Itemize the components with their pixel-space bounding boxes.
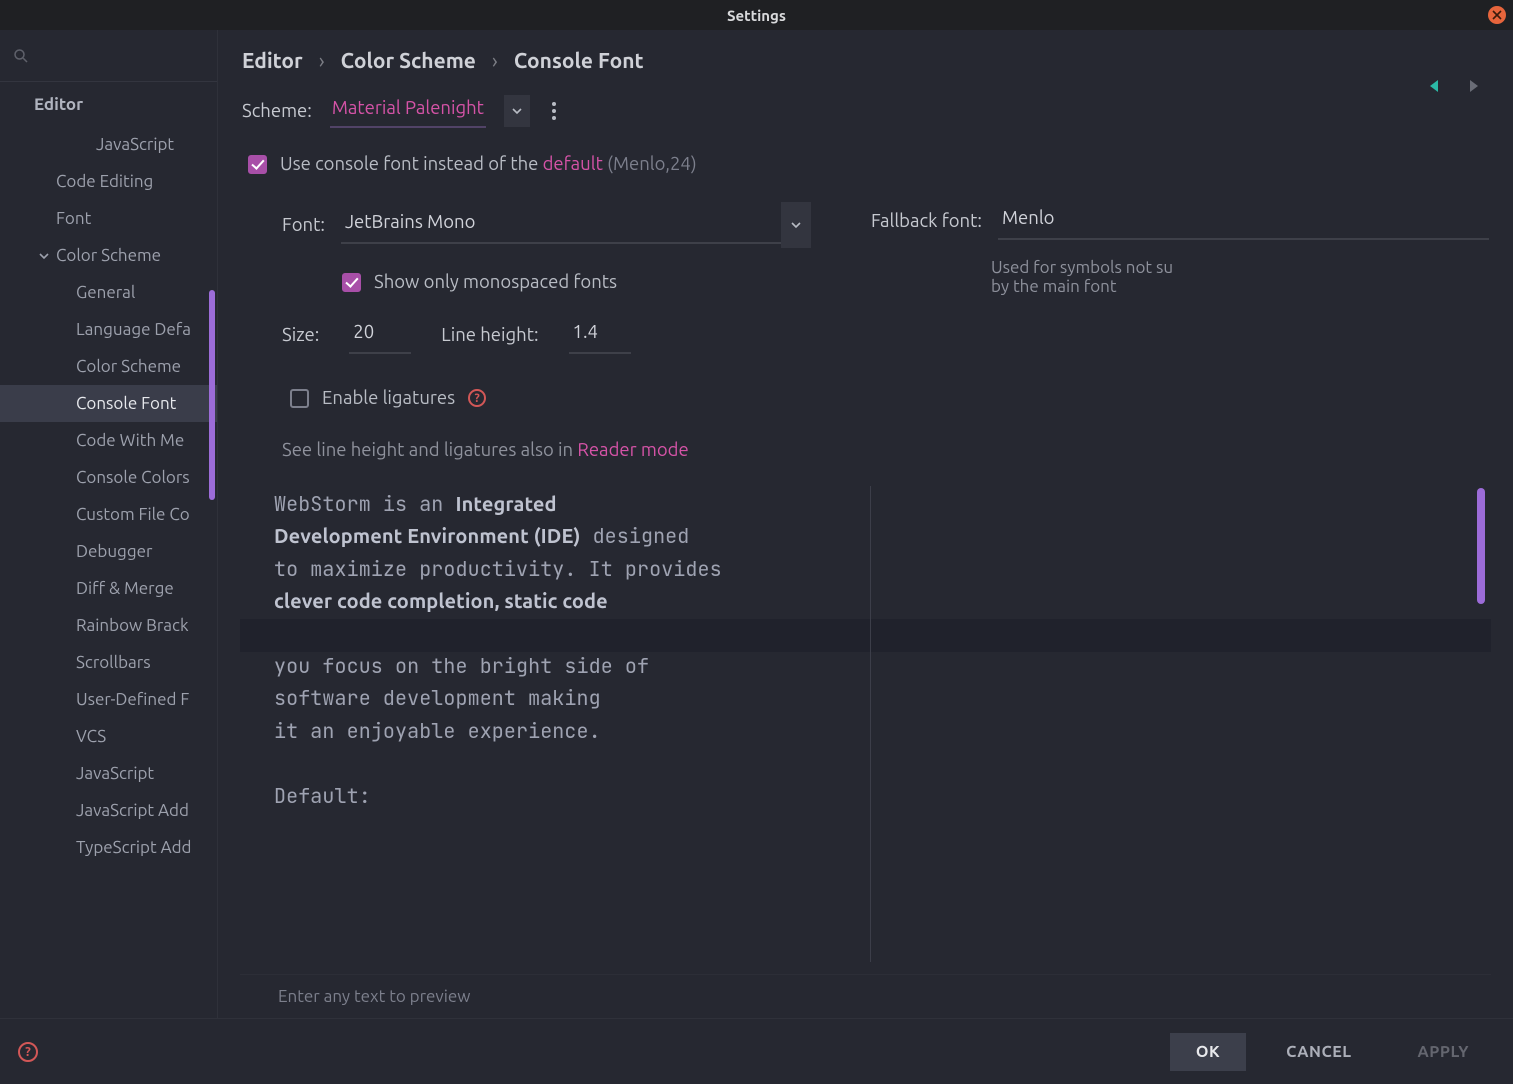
nav-back-button[interactable] [1425,76,1445,100]
tree-header-editor[interactable]: Editor [0,82,217,126]
settings-sidebar: Editor JavaScript Code Editing Font Color S… [0,30,218,1018]
tree-item-label: Color Scheme [56,246,161,265]
font-dropdown-button[interactable] [781,202,811,248]
tree-item-label: General [76,283,135,302]
settings-tree: Editor JavaScript Code Editing Font Color S… [0,82,217,1018]
titlebar: Settings [0,0,1513,30]
ligatures-help-icon[interactable]: ? [468,389,486,407]
tree-item-label: Code With Me [76,431,184,450]
cancel-button[interactable]: CANCEL [1260,1033,1377,1071]
line-height-label: Line height: [441,325,538,345]
tree-item[interactable]: Debugger [0,533,217,570]
preview-current-line [240,619,1491,652]
tree-item[interactable]: Console Colors [0,459,217,496]
tree-item[interactable]: Rainbow Brack [0,607,217,644]
preview-input[interactable] [240,974,1491,1018]
chevron-right-icon: › [492,48,498,72]
settings-main: Editor › Color Scheme › Console Font Sch… [218,30,1513,1018]
tree-item[interactable]: TypeScript Add [0,829,217,866]
size-label: Size: [282,325,319,345]
chevron-down-icon [36,250,52,262]
help-button[interactable]: ? [18,1042,38,1062]
fallback-note: Used for symbols not su by the main font [991,258,1489,296]
default-font-link[interactable]: default [543,154,603,174]
tree-item-label: Language Defa [76,320,191,339]
tree-item-label: JavaScript Add [76,801,189,820]
tree-item[interactable]: Console Font [0,385,217,422]
sidebar-search[interactable] [0,30,217,82]
font-dropdown[interactable] [341,206,781,244]
tree-item[interactable]: JavaScript [0,755,217,792]
crumb-console-font: Console Font [514,48,644,72]
tree-item-label: Diff & Merge [76,579,174,598]
scheme-actions-button[interactable] [548,95,560,127]
monospaced-only-checkbox[interactable] [342,273,361,292]
tree-item[interactable]: JavaScript Add [0,792,217,829]
size-input[interactable] [349,316,411,354]
chevron-right-icon: › [319,48,325,72]
reader-mode-hint: See line height and ligatures also in [282,440,577,460]
tree-item[interactable]: Scrollbars [0,644,217,681]
crumb-editor[interactable]: Editor [242,48,303,72]
scheme-dropdown[interactable]: Material Palenight [330,94,486,128]
tree-item-label: Code Editing [56,172,153,191]
tree-item[interactable]: Code Editing [0,163,217,200]
tree-item-label: Console Colors [76,468,190,487]
nav-forward-button[interactable] [1463,76,1483,100]
tree-item[interactable]: Color Scheme [0,237,217,274]
tree-item[interactable]: VCS [0,718,217,755]
tree-item-label: VCS [76,727,106,746]
tree-item-label: TypeScript Add [76,838,192,857]
tree-item-label: Color Scheme [76,357,181,376]
preview-wrap-guide [870,486,871,962]
tree-item[interactable]: Color Scheme [0,348,217,385]
crumb-color-scheme[interactable]: Color Scheme [341,48,476,72]
tree-item-label: Custom File Co [76,505,190,524]
tree-item-label: Rainbow Brack [76,616,189,635]
chevron-down-icon [511,105,523,117]
tree-item[interactable]: Diff & Merge [0,570,217,607]
tree-item-label: Font [56,209,91,228]
font-label: Font: [282,215,325,235]
chevron-down-icon [790,219,802,231]
font-preview: WebStorm is an Integrated Development En… [240,474,1491,974]
tree-item-label: Console Font [76,394,176,413]
monospaced-only-label: Show only monospaced fonts [374,272,617,292]
tree-item[interactable]: User-Defined F [0,681,217,718]
ligatures-label: Enable ligatures [322,388,455,408]
tree-item[interactable]: Code With Me [0,422,217,459]
tree-item[interactable]: Custom File Co [0,496,217,533]
window-close-button[interactable] [1488,6,1506,24]
dialog-buttons: ? OK CANCEL APPLY [0,1018,1513,1084]
search-icon [12,47,30,65]
apply-button[interactable]: APPLY [1392,1033,1495,1071]
tree-item-label: User-Defined F [76,690,189,709]
ok-button[interactable]: OK [1170,1033,1246,1071]
window-title: Settings [727,7,786,24]
preview-scrollbar[interactable] [1477,488,1485,604]
ligatures-checkbox[interactable] [290,389,309,408]
use-console-font-checkbox[interactable] [248,155,267,174]
tree-item[interactable]: General [0,274,217,311]
sidebar-scrollbar[interactable] [209,290,215,500]
tree-item-label: Scrollbars [76,653,151,672]
scheme-dropdown-button[interactable] [504,95,530,127]
breadcrumb: Editor › Color Scheme › Console Font [218,30,1513,80]
tree-item-label: JavaScript [76,764,154,783]
fallback-font-dropdown[interactable] [998,202,1489,240]
fallback-font-label: Fallback font: [871,211,982,231]
tree-item[interactable]: Language Defa [0,311,217,348]
tree-item-label: JavaScript [96,135,174,154]
close-icon [1492,10,1502,20]
reader-mode-link[interactable]: Reader mode [577,440,688,460]
tree-item-label: Debugger [76,542,152,561]
line-height-input[interactable] [569,316,631,354]
use-console-font-label: Use console font instead of the default … [280,154,697,174]
tree-item[interactable]: Font [0,200,217,237]
scheme-label: Scheme: [242,101,312,121]
tree-item[interactable]: JavaScript [0,126,217,163]
